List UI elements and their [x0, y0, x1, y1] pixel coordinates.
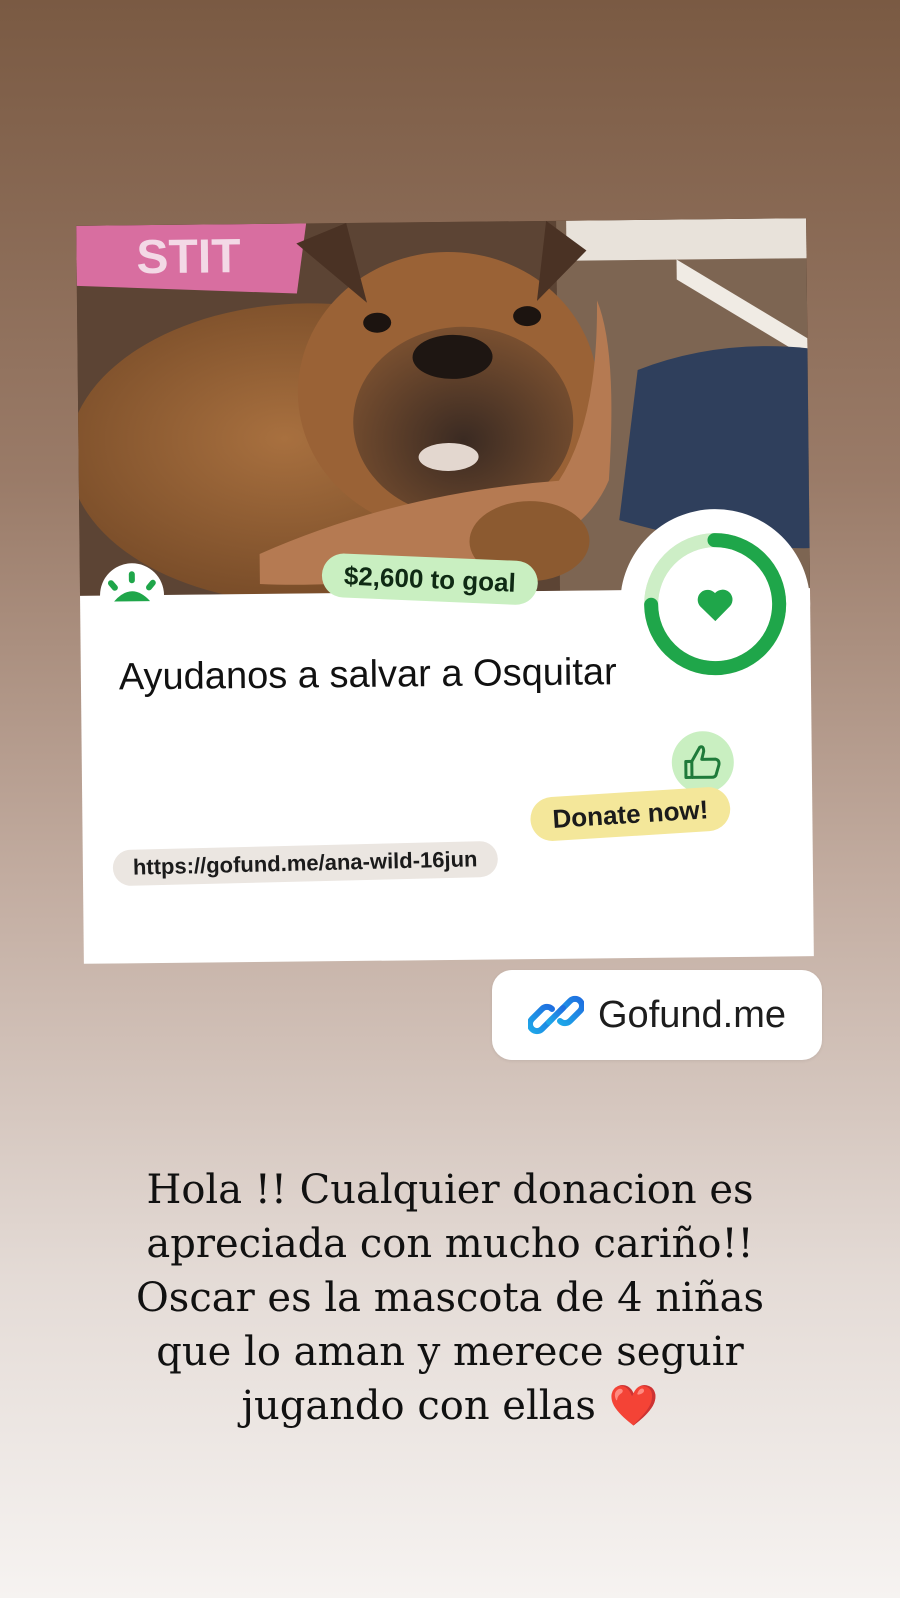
svg-text:STIT: STIT: [136, 230, 241, 284]
fundraiser-card[interactable]: STIT $2,600 to goal Ayudanos a salvar a …: [76, 218, 814, 964]
donate-now-label: Donate now!: [551, 793, 710, 834]
goal-amount-badge: $2,600 to goal: [321, 552, 539, 606]
thumbs-up-icon: [671, 730, 735, 794]
fundraiser-url-text: https://gofund.me/ana-wild-16jun: [132, 846, 478, 880]
story-caption: Hola !! Cualquier donacion es apreciada …: [90, 1163, 810, 1433]
progress-ring: [619, 508, 812, 701]
goal-amount-text: $2,600 to goal: [343, 560, 517, 598]
gofundme-logo: [99, 562, 165, 614]
link-sticker-label: Gofund.me: [598, 993, 786, 1036]
heart-icon: [697, 589, 733, 622]
progress-ring-chart: [644, 533, 787, 676]
link-icon: [528, 995, 584, 1035]
sprout-icon: [107, 571, 156, 602]
link-sticker[interactable]: Gofund.me: [492, 970, 822, 1060]
fundraiser-title: Ayudanos a salvar a Osquitar: [118, 651, 617, 699]
story-caption-text: Hola !! Cualquier donacion es apreciada …: [136, 1167, 764, 1429]
red-heart-icon: ❤️: [608, 1383, 659, 1429]
